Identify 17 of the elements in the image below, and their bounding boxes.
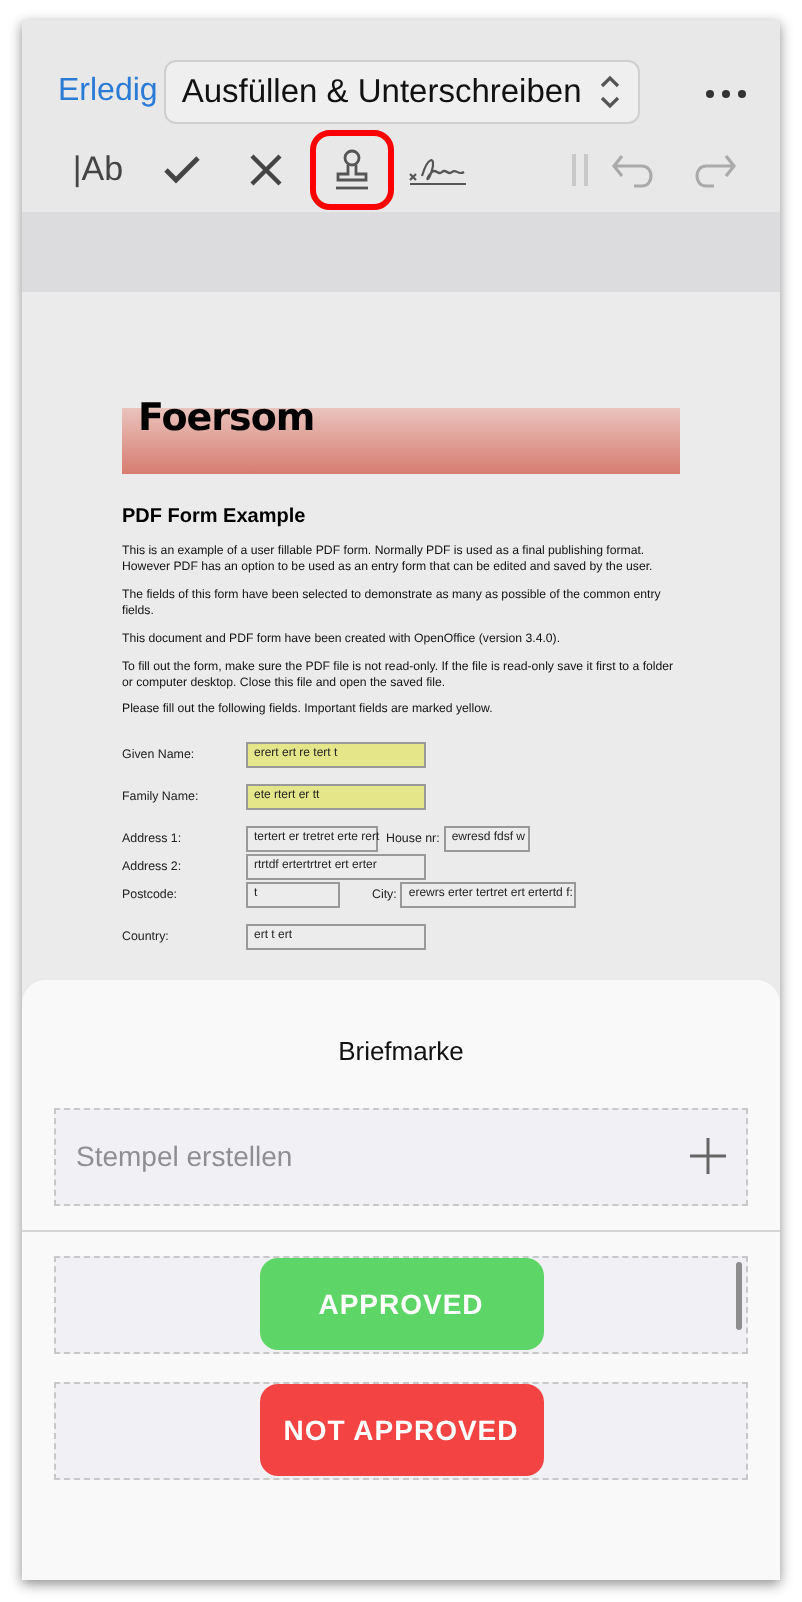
done-link[interactable]: Erledig [58, 68, 158, 116]
undo-icon [610, 150, 654, 190]
scrollbar [736, 1261, 742, 1329]
redo-icon [694, 150, 738, 190]
text-tool-button[interactable]: |Ab [58, 134, 138, 206]
sheet-title: Briefmarke [336, 1034, 466, 1070]
stamp-icon [332, 148, 372, 192]
pause-icon [568, 150, 592, 190]
checkmark-icon [162, 154, 202, 186]
logo-text: Foersom [138, 394, 315, 444]
stamp-button[interactable]: NOT APPROVED [259, 1384, 543, 1476]
mode-dropdown[interactable]: Ausfüllen & Unterschreiben [163, 59, 640, 125]
plus-icon [690, 1138, 726, 1174]
more-icon [704, 87, 748, 100]
document-title: PDF Form Example [122, 504, 308, 532]
chevron-updown-icon [597, 72, 622, 112]
cross-icon [250, 154, 282, 186]
